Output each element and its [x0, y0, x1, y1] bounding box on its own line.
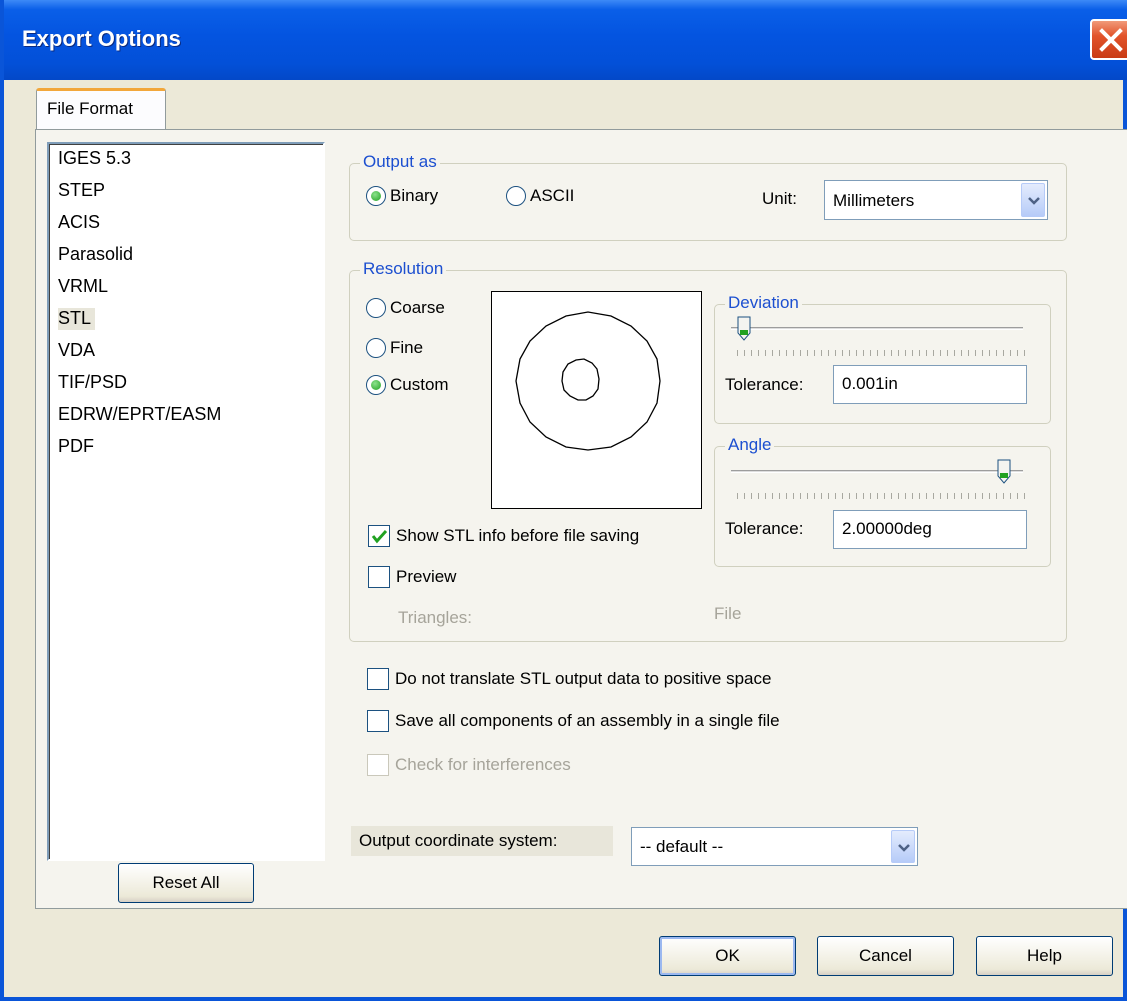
checkbox-box [368, 566, 390, 588]
export-options-dialog: Export Options File Format IGES 5.3 STEP… [0, 0, 1127, 1001]
custom-radio[interactable]: Custom [366, 375, 449, 395]
checkmark-icon [371, 529, 388, 544]
list-item[interactable]: IGES 5.3 [49, 144, 323, 176]
angle-slider-track[interactable] [731, 470, 1023, 473]
triangles-label: Triangles: [398, 608, 473, 627]
checkbox-box [367, 710, 389, 732]
list-item[interactable]: VDA [49, 336, 323, 368]
angle-legend: Angle [725, 435, 775, 455]
list-item[interactable]: Parasolid [49, 240, 323, 272]
angle-group: Angle Tolerance: 2.00000deg [714, 435, 1051, 567]
list-item[interactable]: PDF [49, 432, 323, 464]
title-bar[interactable]: Export Options [4, 0, 1127, 80]
radio-off-icon [366, 338, 386, 358]
coordinate-system-label: Output coordinate system: [359, 831, 558, 850]
angle-slider-thumb[interactable] [997, 459, 1011, 490]
chevron-down-icon [1021, 183, 1045, 217]
tab-label: File Format [47, 99, 133, 118]
angle-tolerance-label: Tolerance: [725, 519, 804, 538]
deviation-tolerance-label: Tolerance: [725, 375, 804, 394]
list-item[interactable]: VRML [49, 272, 323, 304]
show-stl-info-checkbox[interactable]: Show STL info before file saving [368, 525, 639, 547]
resolution-legend: Resolution [360, 259, 447, 279]
angle-slider-ticks [737, 493, 1025, 499]
radio-on-icon [366, 186, 386, 206]
deviation-tolerance-input[interactable]: 0.001in [833, 365, 1027, 404]
help-button[interactable]: Help [976, 936, 1113, 976]
resolution-preview [491, 291, 702, 509]
deviation-group: Deviation Tolerance: 0.001in [714, 293, 1051, 424]
window-title: Export Options [22, 26, 181, 51]
checkbox-box [368, 525, 390, 547]
list-item[interactable]: ACIS [49, 208, 323, 240]
unit-label: Unit: [762, 189, 797, 208]
checkbox-box [367, 754, 389, 776]
tab-panel: IGES 5.3 STEP ACIS Parasolid VRML STL VD… [35, 129, 1127, 909]
deviation-slider-thumb[interactable] [737, 316, 751, 347]
deviation-slider-track[interactable] [731, 327, 1023, 330]
cancel-button[interactable]: Cancel [817, 936, 954, 976]
close-button[interactable] [1090, 19, 1127, 60]
resolution-preview-graphic [515, 311, 661, 451]
ok-button[interactable]: OK [659, 936, 796, 976]
list-item[interactable]: TIF/PSD [49, 368, 323, 400]
format-list[interactable]: IGES 5.3 STEP ACIS Parasolid VRML STL VD… [47, 142, 325, 861]
list-item[interactable]: EDRW/EPRT/EASM [49, 400, 323, 432]
check-interferences-checkbox[interactable]: Check for interferences [367, 754, 571, 776]
ascii-radio[interactable]: ASCII [506, 186, 574, 206]
coordinate-system-select[interactable]: -- default -- [631, 827, 918, 866]
no-translate-checkbox[interactable]: Do not translate STL output data to posi… [367, 668, 771, 690]
chevron-down-icon [891, 830, 915, 863]
radio-off-icon [506, 186, 526, 206]
coordinate-system-label-bg: Output coordinate system: [351, 826, 613, 856]
unit-select[interactable]: Millimeters [824, 180, 1048, 220]
output-as-legend: Output as [360, 152, 440, 172]
list-item-selected[interactable]: STL [49, 304, 323, 336]
reset-all-button[interactable]: Reset All [118, 863, 254, 903]
deviation-slider-ticks [737, 350, 1025, 356]
fine-radio[interactable]: Fine [366, 338, 423, 358]
resolution-group: Resolution Coarse Fine Custom Deviation … [349, 259, 1067, 642]
tab-file-format[interactable]: File Format [36, 88, 166, 130]
angle-tolerance-input[interactable]: 2.00000deg [833, 510, 1027, 549]
radio-off-icon [366, 298, 386, 318]
coarse-radio[interactable]: Coarse [366, 298, 445, 318]
preview-checkbox[interactable]: Preview [368, 566, 456, 588]
list-item[interactable]: STEP [49, 176, 323, 208]
file-label: File [714, 604, 742, 623]
checkbox-box [367, 668, 389, 690]
output-as-group: Output as Binary ASCII Unit: Millimeters [349, 152, 1067, 241]
deviation-legend: Deviation [725, 293, 802, 313]
save-all-components-checkbox[interactable]: Save all components of an assembly in a … [367, 710, 780, 732]
radio-on-icon [366, 375, 386, 395]
binary-radio[interactable]: Binary [366, 186, 438, 206]
